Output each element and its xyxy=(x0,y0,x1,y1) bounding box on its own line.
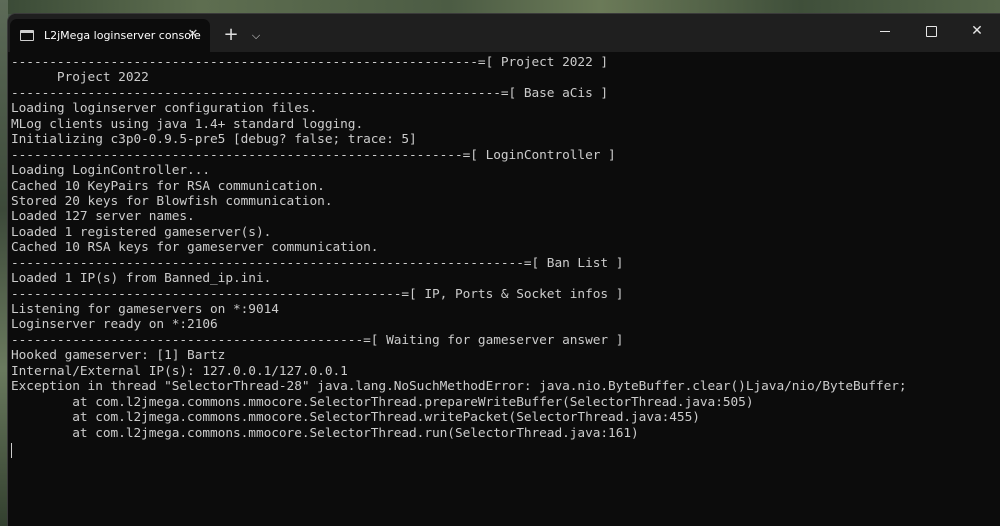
console-line: at com.l2jmega.commons.mmocore.SelectorT… xyxy=(11,394,754,410)
console-line: ----------------------------------------… xyxy=(11,332,624,348)
console-line: Cached 10 RSA keys for gameserver commun… xyxy=(11,240,379,256)
close-tab-icon[interactable]: ✕ xyxy=(185,27,201,43)
console-line: Loaded 1 IP(s) from Banned_ip.ini. xyxy=(11,271,272,287)
console-line: Cached 10 KeyPairs for RSA communication… xyxy=(11,178,325,194)
console-line: at com.l2jmega.commons.mmocore.SelectorT… xyxy=(11,425,639,441)
console-line: MLog clients using java 1.4+ standard lo… xyxy=(11,116,364,132)
console-line: Loading LoginController... xyxy=(11,163,211,179)
maximize-icon xyxy=(925,25,937,37)
new-tab-button[interactable]: + xyxy=(220,25,242,47)
tab-title: L2jMega loginserver console xyxy=(44,29,201,42)
console-line: Loaded 127 server names. xyxy=(11,209,195,225)
maximize-button[interactable] xyxy=(908,14,954,48)
close-icon: ✕ xyxy=(971,23,983,39)
console-line: Listening for gameservers on *:9014 xyxy=(11,302,279,317)
console-line: Loaded 1 registered gameserver(s). xyxy=(11,224,272,240)
console-line: Internal/External IP(s): 127.0.0.1/127.0… xyxy=(11,363,348,379)
tab-loginserver-console[interactable]: L2jMega loginserver console ✕ xyxy=(10,19,210,52)
console-line: ----------------------------------------… xyxy=(11,85,609,101)
console-line: ----------------------------------------… xyxy=(11,147,616,163)
console-line: ----------------------------------------… xyxy=(11,286,624,302)
console-line: ----------------------------------------… xyxy=(11,255,624,271)
desktop-wallpaper-left xyxy=(0,0,8,526)
console-line: Project 2022 xyxy=(11,70,149,86)
close-window-button[interactable]: ✕ xyxy=(954,14,1000,48)
console-line: Hooked gameserver: [1] Bartz xyxy=(11,348,226,364)
console-line: at com.l2jmega.commons.mmocore.SelectorT… xyxy=(11,410,700,426)
console-line: Initializing c3p0-0.9.5-pre5 [debug? fal… xyxy=(11,132,417,148)
console-line: Loginserver ready on *:2106 xyxy=(11,317,218,333)
prompt-line[interactable] xyxy=(11,441,1000,458)
console-line: Loading loginserver configuration files. xyxy=(11,101,318,117)
console-output[interactable]: ----------------------------------------… xyxy=(8,52,1000,526)
minimize-icon xyxy=(880,30,890,32)
terminal-window: L2jMega loginserver console ✕ + ⌵ ✕ ----… xyxy=(8,14,1000,526)
console-line: ----------------------------------------… xyxy=(11,55,609,70)
title-bar[interactable]: L2jMega loginserver console ✕ + ⌵ ✕ xyxy=(8,14,1000,52)
text-cursor xyxy=(11,442,12,458)
console-line: Stored 20 keys for Blowfish communicatio… xyxy=(11,193,333,209)
desktop-wallpaper-top xyxy=(0,0,1000,14)
tab-dropdown-chevron-down-icon[interactable]: ⌵ xyxy=(246,25,266,47)
console-line: Exception in thread "SelectorThread-28" … xyxy=(11,379,907,395)
minimize-button[interactable] xyxy=(862,14,908,48)
terminal-icon xyxy=(20,30,34,41)
